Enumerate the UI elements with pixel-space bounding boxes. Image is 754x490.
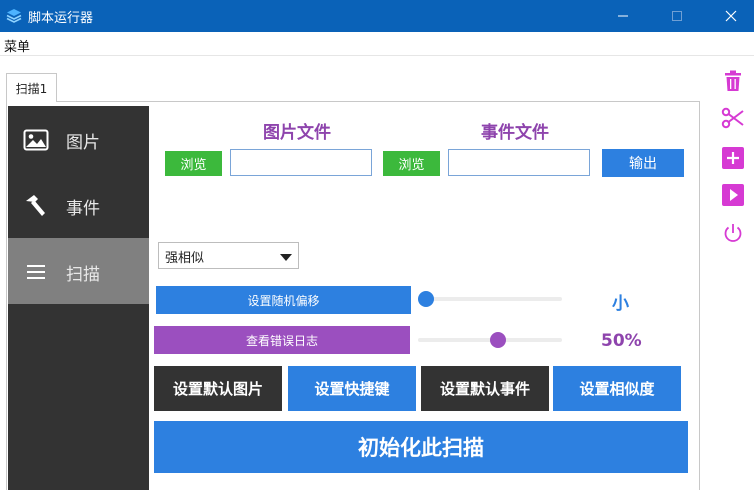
random-offset-value: 小 — [612, 294, 629, 314]
close-button[interactable] — [708, 0, 754, 32]
output-button[interactable]: 输出 — [602, 149, 684, 177]
power-icon — [724, 224, 742, 242]
sidebar-item-scan[interactable]: 扫描 — [8, 238, 149, 304]
sidebar-item-image[interactable]: 图片 — [8, 106, 149, 172]
trash-icon — [725, 70, 741, 91]
set-random-offset-button[interactable]: 设置随机偏移 — [156, 286, 411, 314]
add-button[interactable] — [721, 146, 745, 170]
random-offset-slider-track[interactable] — [418, 297, 562, 301]
minimize-button[interactable] — [600, 0, 646, 32]
image-file-title: 图片文件 — [263, 123, 331, 143]
cut-button[interactable] — [721, 106, 745, 130]
menu-item-main[interactable]: 菜单 — [4, 36, 30, 55]
title-bar: 脚本运行器 — [0, 0, 754, 32]
similarity-select-value: 强相似 — [165, 251, 205, 266]
image-file-input[interactable] — [230, 149, 372, 176]
image-icon — [22, 126, 50, 154]
tab-scan1[interactable]: 扫描1 — [6, 73, 57, 102]
hammer-icon — [22, 192, 50, 220]
maximize-icon — [672, 11, 682, 21]
random-offset-slider-thumb[interactable] — [418, 291, 434, 307]
set-default-image-button[interactable]: 设置默认图片 — [154, 366, 282, 411]
sidebar-item-event[interactable]: 事件 — [8, 172, 149, 238]
maximize-button[interactable] — [654, 0, 700, 32]
event-file-title: 事件文件 — [481, 123, 549, 143]
close-icon — [725, 10, 737, 22]
browse-event-button[interactable]: 浏览 — [383, 151, 440, 176]
error-log-slider-thumb[interactable] — [490, 332, 506, 348]
window-title: 脚本运行器 — [28, 11, 94, 26]
error-log-value: 50% — [601, 331, 642, 351]
play-icon — [722, 184, 744, 206]
run-button[interactable] — [721, 183, 745, 207]
scissors-icon — [721, 107, 744, 129]
sidebar-item-label: 图片 — [66, 133, 100, 153]
initialize-scan-button[interactable]: 初始化此扫描 — [154, 421, 688, 473]
set-similarity-button[interactable]: 设置相似度 — [553, 366, 681, 411]
chevron-down-icon — [280, 254, 292, 261]
plus-icon — [722, 147, 744, 169]
browse-image-button[interactable]: 浏览 — [165, 151, 222, 176]
minimize-icon — [618, 15, 628, 17]
sidebar-item-label: 扫描 — [66, 265, 100, 285]
event-file-input[interactable] — [448, 149, 590, 176]
sidebar: 图片 事件 扫描 — [8, 106, 149, 490]
app-stack-icon — [6, 8, 22, 24]
menu-bar: 菜单 — [0, 32, 754, 56]
similarity-select[interactable]: 强相似 — [158, 242, 299, 269]
set-hotkey-button[interactable]: 设置快捷键 — [288, 366, 416, 411]
power-button[interactable] — [721, 221, 745, 245]
sidebar-item-label: 事件 — [66, 199, 100, 219]
delete-button[interactable] — [721, 69, 745, 93]
set-default-event-button[interactable]: 设置默认事件 — [421, 366, 549, 411]
menu-lines-icon — [22, 258, 50, 286]
view-error-log-button[interactable]: 查看错误日志 — [154, 326, 410, 354]
